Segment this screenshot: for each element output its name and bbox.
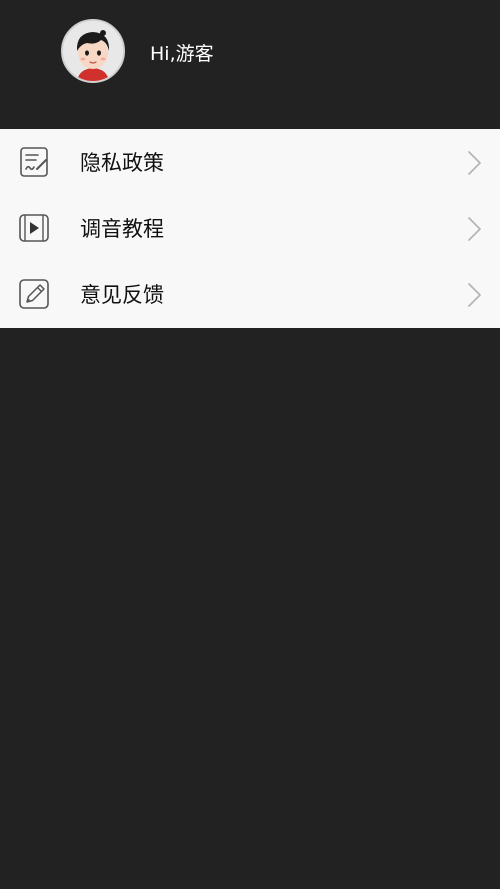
- chevron-right-icon: [468, 283, 481, 307]
- edit-pencil-icon: [19, 279, 49, 309]
- menu-item-privacy-policy[interactable]: 隐私政策: [0, 129, 500, 195]
- greeting-text: Hi,游客: [150, 43, 214, 65]
- video-play-icon: [19, 214, 49, 242]
- menu-item-tuning-tutorial[interactable]: 调音教程: [0, 195, 500, 261]
- menu-item-label: 隐私政策: [80, 151, 164, 175]
- document-sign-icon: [20, 147, 48, 177]
- profile-header: Hi,游客: [0, 0, 500, 129]
- chevron-right-icon: [468, 217, 481, 241]
- menu-item-label: 意见反馈: [80, 283, 164, 307]
- menu-item-feedback[interactable]: 意见反馈: [0, 261, 500, 327]
- menu-item-label: 调音教程: [80, 217, 164, 241]
- chevron-right-icon: [468, 151, 481, 175]
- cartoon-avatar-icon: [63, 21, 123, 81]
- empty-content-area: [0, 328, 500, 889]
- avatar[interactable]: [61, 19, 125, 83]
- settings-menu: 隐私政策 调音教程 意见反馈: [0, 129, 500, 328]
